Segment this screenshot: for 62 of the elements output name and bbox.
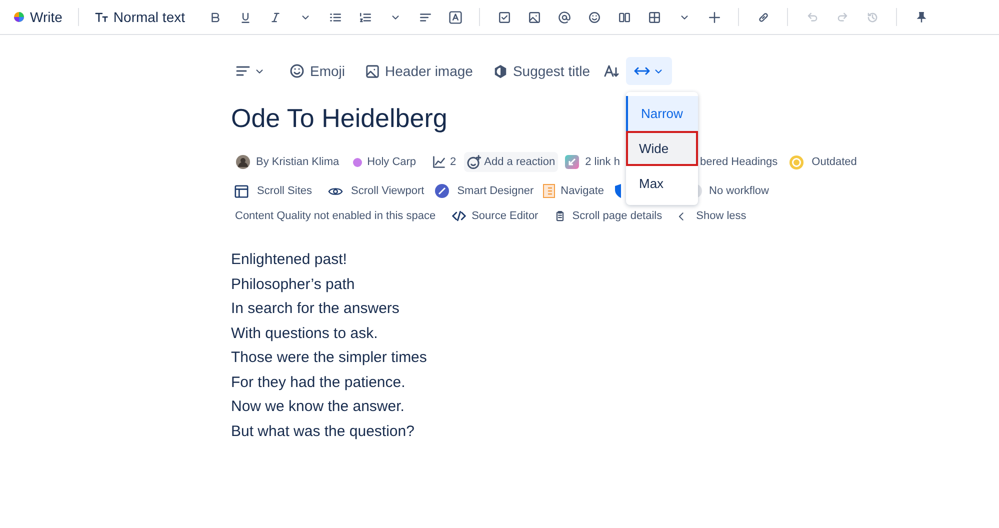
smiley-icon <box>289 63 305 79</box>
text-style-dropdown[interactable]: Normal text <box>95 6 185 28</box>
smiley-plus-icon <box>467 155 482 169</box>
add-reaction-button[interactable]: Add a reaction <box>464 152 558 172</box>
poem-line: Those were the simpler times <box>231 348 427 368</box>
poem-line: Now we know the answer. <box>231 397 404 417</box>
poem-line: For they had the patience. <box>231 372 406 392</box>
table-icon <box>648 10 660 24</box>
align-left-icon <box>418 10 432 24</box>
at-sign-icon <box>558 10 570 24</box>
status-icon <box>788 154 804 170</box>
smiley-icon <box>588 10 600 24</box>
poem-line: In search for the answers <box>231 299 400 319</box>
workflow-status: No workflow <box>709 184 769 199</box>
checkbox-icon <box>498 10 510 24</box>
document-icon <box>542 184 555 198</box>
poem-line: Enlightened past! <box>231 250 347 270</box>
show-less-button[interactable]: Show less <box>676 208 746 224</box>
poem-line: Philosopher’s path <box>231 274 355 294</box>
undo-icon <box>806 10 818 24</box>
logo-icon <box>14 12 24 22</box>
author-name[interactable]: By Kristian Klima <box>256 154 340 170</box>
text-style-icon <box>95 10 110 24</box>
avatar <box>236 155 250 169</box>
status-label: Outdated <box>812 154 857 170</box>
redo-icon <box>836 10 848 24</box>
suggest-title-button[interactable]: Suggest title <box>486 60 596 82</box>
font-size-icon <box>604 63 620 79</box>
header-image-button[interactable]: Header image <box>359 60 479 82</box>
hexagon-icon <box>492 64 508 78</box>
emoji-button[interactable]: Emoji <box>283 60 352 82</box>
width-dropdown[interactable] <box>626 57 672 85</box>
page-title: Ode To Heidelberg <box>231 102 448 135</box>
link-count: 2 link h <box>585 154 620 170</box>
line-chart-icon <box>432 155 446 169</box>
app-icon <box>565 155 580 169</box>
poem-line: With questions to ask. <box>231 324 378 344</box>
width-option[interactable]: Wide <box>626 131 698 166</box>
write-mode[interactable]: Write <box>14 6 62 28</box>
history-icon <box>866 10 878 24</box>
image-icon <box>365 64 380 78</box>
width-option[interactable]: Max <box>626 166 698 201</box>
numbered-list-icon <box>358 10 372 24</box>
columns-icon <box>618 10 630 24</box>
image-icon <box>528 10 540 24</box>
italic-icon <box>268 10 282 24</box>
view-count: 2 <box>450 154 456 170</box>
link-icon <box>756 10 770 24</box>
text-color-icon <box>448 10 462 24</box>
underline-icon <box>238 10 252 24</box>
space-name: Holy Carp <box>367 154 416 170</box>
clipboard-icon <box>554 210 566 222</box>
bullet-list-icon <box>328 10 342 24</box>
layout-icon <box>234 184 249 198</box>
pin-icon <box>914 10 928 24</box>
bold-icon <box>208 10 222 24</box>
width-option[interactable]: Narrow <box>626 96 698 131</box>
code-icon <box>452 209 466 223</box>
headings-label: bered Headings <box>700 154 778 170</box>
plus-icon <box>708 10 720 24</box>
poem-line: But what was the question? <box>231 422 414 442</box>
quality-notice: Content Quality not enabled in this space <box>235 208 436 224</box>
